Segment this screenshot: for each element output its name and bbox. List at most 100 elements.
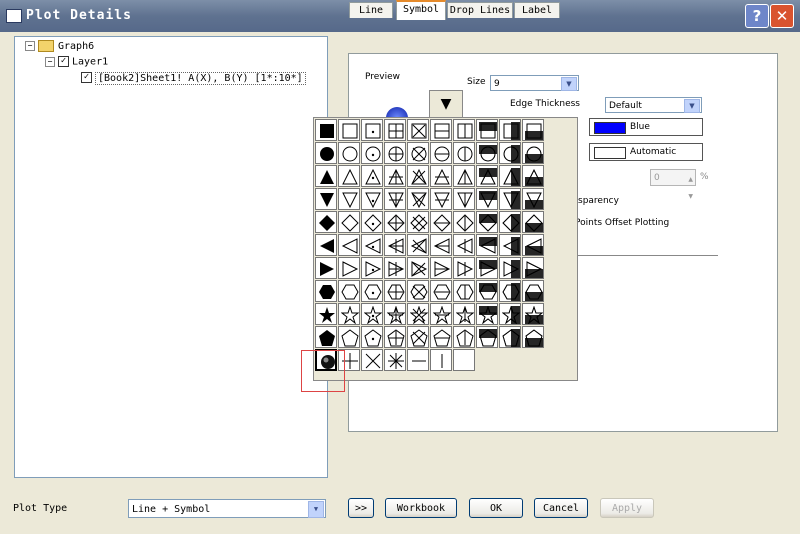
tree-item-plot[interactable]: ✓ [Book2]Sheet1! A(X), B(Y) [1*:10*] [81, 71, 306, 86]
diamond-symbol-icon[interactable] [315, 211, 337, 233]
tab-drop-lines[interactable]: Drop Lines [447, 2, 513, 18]
edge-color-button[interactable]: Blue [589, 118, 703, 136]
square-symbol-icon[interactable] [430, 119, 452, 141]
chevron-down-icon[interactable]: ▼ [561, 77, 577, 91]
pentagon-symbol-icon[interactable] [499, 326, 521, 348]
right-symbol-icon[interactable] [361, 257, 383, 279]
pentagon-symbol-icon[interactable] [476, 326, 498, 348]
up-symbol-icon[interactable] [522, 165, 544, 187]
empty-symbol-icon[interactable] [453, 349, 475, 371]
diamond-symbol-icon[interactable] [522, 211, 544, 233]
layer-checkbox[interactable]: ✓ [58, 56, 69, 67]
asterisk-symbol-icon[interactable] [384, 349, 406, 371]
pentagon-symbol-icon[interactable] [407, 326, 429, 348]
pentagon-symbol-icon[interactable] [522, 326, 544, 348]
vline-symbol-icon[interactable] [430, 349, 452, 371]
diamond-symbol-icon[interactable] [453, 211, 475, 233]
edge-thickness-combo[interactable]: Default ▼ [605, 97, 702, 113]
close-button[interactable]: ✕ [770, 4, 794, 28]
ok-button[interactable]: OK [469, 498, 523, 518]
down-symbol-icon[interactable] [453, 188, 475, 210]
circle-symbol-icon[interactable] [430, 142, 452, 164]
left-symbol-icon[interactable] [476, 234, 498, 256]
fill-color-button[interactable]: Automatic [589, 143, 703, 161]
right-symbol-icon[interactable] [499, 257, 521, 279]
left-symbol-icon[interactable] [338, 234, 360, 256]
chevron-down-icon[interactable]: ▼ [684, 99, 700, 113]
circle-symbol-icon[interactable] [499, 142, 521, 164]
hexagon-symbol-icon[interactable] [315, 280, 337, 302]
diamond-symbol-icon[interactable] [338, 211, 360, 233]
right-symbol-icon[interactable] [384, 257, 406, 279]
circle-symbol-icon[interactable] [407, 142, 429, 164]
hexagon-symbol-icon[interactable] [476, 280, 498, 302]
square-symbol-icon[interactable] [338, 119, 360, 141]
tab-label[interactable]: Label [514, 2, 560, 18]
spin-arrows-icon[interactable]: ▲ ▼ [688, 171, 693, 205]
square-symbol-icon[interactable] [361, 119, 383, 141]
star-symbol-icon[interactable] [407, 303, 429, 325]
plot-checkbox[interactable]: ✓ [81, 72, 92, 83]
square-symbol-icon[interactable] [315, 119, 337, 141]
collapse-icon[interactable]: − [25, 41, 35, 51]
down-symbol-icon[interactable] [361, 188, 383, 210]
pentagon-symbol-icon[interactable] [361, 326, 383, 348]
help-button[interactable]: ? [745, 4, 769, 28]
left-symbol-icon[interactable] [453, 234, 475, 256]
left-symbol-icon[interactable] [384, 234, 406, 256]
right-symbol-icon[interactable] [430, 257, 452, 279]
up-symbol-icon[interactable] [476, 165, 498, 187]
pentagon-symbol-icon[interactable] [430, 326, 452, 348]
left-symbol-icon[interactable] [407, 234, 429, 256]
circle-symbol-icon[interactable] [315, 142, 337, 164]
star-symbol-icon[interactable] [315, 303, 337, 325]
plot-tree[interactable]: − Graph6 − ✓ Layer1 ✓ [Book2]Sheet1! A(X), B… [14, 36, 328, 478]
square-symbol-icon[interactable] [407, 119, 429, 141]
expand-button[interactable]: >> [348, 498, 374, 518]
cross-symbol-icon[interactable] [361, 349, 383, 371]
hexagon-symbol-icon[interactable] [430, 280, 452, 302]
size-combo[interactable]: 9 ▼ [490, 75, 579, 91]
right-symbol-icon[interactable] [407, 257, 429, 279]
diamond-symbol-icon[interactable] [476, 211, 498, 233]
down-symbol-icon[interactable] [499, 188, 521, 210]
star-symbol-icon[interactable] [430, 303, 452, 325]
up-symbol-icon[interactable] [384, 165, 406, 187]
hexagon-symbol-icon[interactable] [338, 280, 360, 302]
pentagon-symbol-icon[interactable] [453, 326, 475, 348]
right-symbol-icon[interactable] [338, 257, 360, 279]
tree-item-graph[interactable]: − Graph6 [25, 40, 94, 54]
star-symbol-icon[interactable] [453, 303, 475, 325]
right-symbol-icon[interactable] [315, 257, 337, 279]
circle-symbol-icon[interactable] [453, 142, 475, 164]
plot-type-combo[interactable]: Line + Symbol ▼ [128, 499, 326, 518]
tab-line[interactable]: Line [349, 2, 393, 18]
circle-symbol-icon[interactable] [361, 142, 383, 164]
hline-symbol-icon[interactable] [407, 349, 429, 371]
up-symbol-icon[interactable] [407, 165, 429, 187]
pentagon-symbol-icon[interactable] [315, 326, 337, 348]
hexagon-symbol-icon[interactable] [384, 280, 406, 302]
tab-symbol[interactable]: Symbol [396, 0, 446, 20]
symbol-dropdown-button[interactable]: ▼ [429, 90, 463, 118]
hexagon-symbol-icon[interactable] [361, 280, 383, 302]
left-symbol-icon[interactable] [361, 234, 383, 256]
down-symbol-icon[interactable] [338, 188, 360, 210]
square-symbol-icon[interactable] [476, 119, 498, 141]
star-symbol-icon[interactable] [499, 303, 521, 325]
diamond-symbol-icon[interactable] [430, 211, 452, 233]
hexagon-symbol-icon[interactable] [407, 280, 429, 302]
left-symbol-icon[interactable] [522, 234, 544, 256]
star-symbol-icon[interactable] [384, 303, 406, 325]
star-symbol-icon[interactable] [476, 303, 498, 325]
right-symbol-icon[interactable] [453, 257, 475, 279]
diamond-symbol-icon[interactable] [361, 211, 383, 233]
left-symbol-icon[interactable] [315, 234, 337, 256]
diamond-symbol-icon[interactable] [407, 211, 429, 233]
down-symbol-icon[interactable] [315, 188, 337, 210]
square-symbol-icon[interactable] [499, 119, 521, 141]
up-symbol-icon[interactable] [430, 165, 452, 187]
star-symbol-icon[interactable] [522, 303, 544, 325]
star-symbol-icon[interactable] [361, 303, 383, 325]
pentagon-symbol-icon[interactable] [338, 326, 360, 348]
